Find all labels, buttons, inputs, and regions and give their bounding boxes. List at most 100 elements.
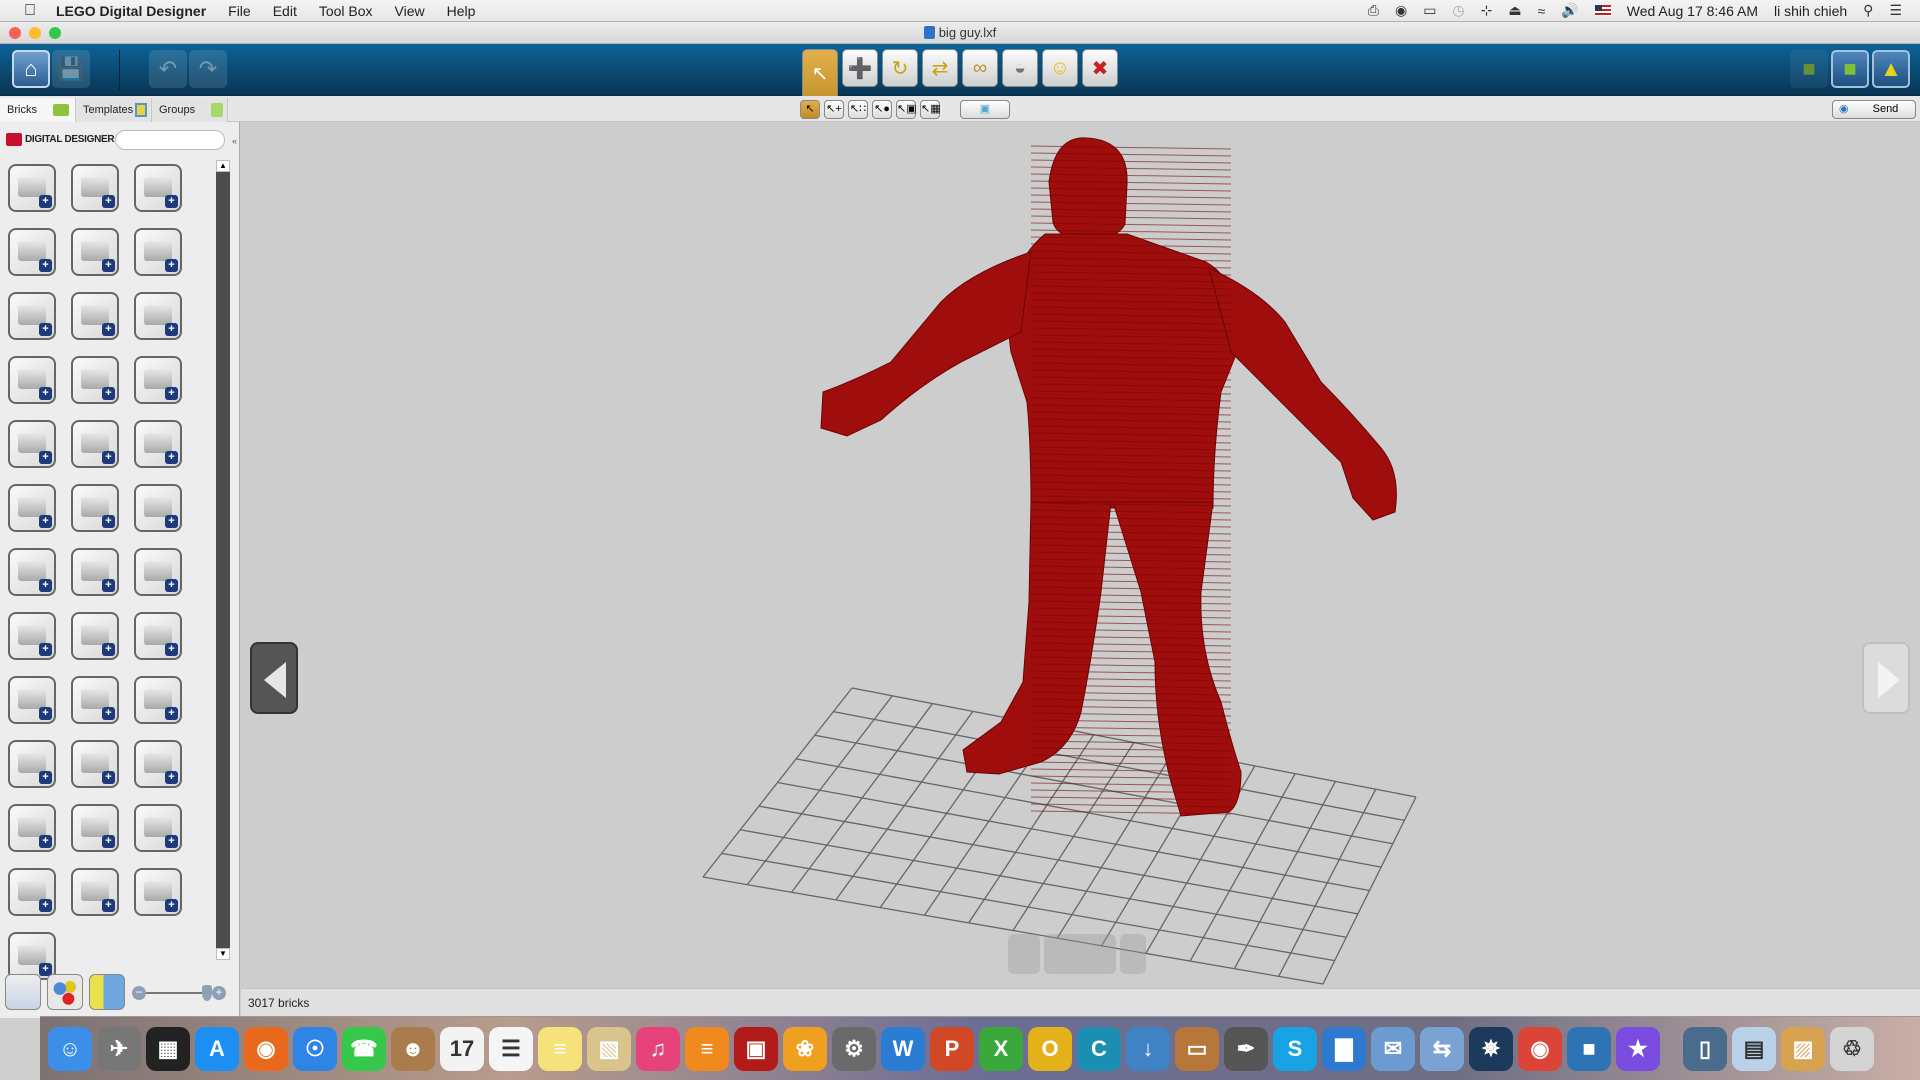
camera-tilt-icon[interactable] (1044, 934, 1116, 974)
clone-tool-button[interactable]: ➕ (842, 49, 878, 87)
scroll-down-arrow[interactable]: ▼ (216, 948, 230, 960)
building-guide-button[interactable]: ▲ (1872, 50, 1910, 88)
brick-palette-item[interactable]: + (134, 612, 182, 660)
dock-iphone-backup-icon[interactable]: ▯ (1683, 1027, 1727, 1071)
dock-photos-icon[interactable]: ❀ (783, 1027, 827, 1071)
menu-edit[interactable]: Edit (273, 3, 297, 19)
dock-documents-folder-icon[interactable]: ▤ (1732, 1027, 1776, 1071)
send-button[interactable]: ◉ Send (1832, 100, 1916, 119)
dock-downloads-stack-icon[interactable]: ▨ (1781, 1027, 1825, 1071)
scroll-up-arrow[interactable]: ▲ (216, 160, 230, 172)
dock-itunes-icon[interactable]: ♫ (636, 1027, 680, 1071)
scene-canvas[interactable] (241, 122, 1920, 988)
brick-palette-item[interactable]: + (71, 676, 119, 724)
brick-palette-item[interactable]: + (8, 484, 56, 532)
brick-palette-item[interactable]: + (134, 548, 182, 596)
next-model-arrow[interactable] (1862, 642, 1910, 714)
dock-trash-icon[interactable]: ♲ (1830, 1027, 1874, 1071)
brick-palette-item[interactable]: + (134, 676, 182, 724)
menu-toolbox[interactable]: Tool Box (319, 3, 373, 19)
zoom-out-icon[interactable]: − (132, 986, 146, 1000)
dock-finder-icon[interactable]: ☺ (48, 1027, 92, 1071)
zoom-in-icon[interactable]: + (212, 986, 226, 1000)
brick-palette-item[interactable]: + (71, 164, 119, 212)
camera-zoom-icon[interactable] (1120, 934, 1146, 974)
view-mode-button[interactable]: ■ (1831, 50, 1869, 88)
dock-imovie-icon[interactable]: ★ (1616, 1027, 1660, 1071)
volume-icon[interactable]: 🔊 (1561, 2, 1578, 19)
tab-bricks[interactable]: Bricks (0, 98, 76, 122)
save-button[interactable]: 💾 (52, 50, 90, 88)
brick-palette-item[interactable]: + (134, 868, 182, 916)
paint-tool-button[interactable]: ◒ (1002, 49, 1038, 87)
dock-ibooks-icon[interactable]: ≡ (685, 1027, 729, 1071)
dock-lego-digital-designer-icon[interactable]: ■ (1567, 1027, 1611, 1071)
brick-palette-item[interactable]: + (134, 164, 182, 212)
dock-word-icon[interactable]: W (881, 1027, 925, 1071)
color-palette-button[interactable] (47, 974, 83, 1010)
brick-palette-item[interactable]: + (8, 164, 56, 212)
single-select-button[interactable]: ↖ (800, 100, 820, 119)
connected-select-button[interactable]: ↖∷ (848, 100, 868, 119)
brick-palette-item[interactable]: + (8, 420, 56, 468)
menu-file[interactable]: File (228, 3, 251, 19)
notification-center-icon[interactable]: ☰ (1889, 2, 1902, 19)
decoration-tool-button[interactable]: ☺ (1042, 49, 1078, 87)
dock-c-app-icon[interactable]: C (1077, 1027, 1121, 1071)
home-button[interactable]: ⌂ (12, 50, 50, 88)
brick-palette-item[interactable]: + (8, 548, 56, 596)
dock-downloader-icon[interactable]: ↓ (1126, 1027, 1170, 1071)
dock-skype-icon[interactable]: S (1273, 1027, 1317, 1071)
select-tool-button[interactable]: ↖ (802, 49, 838, 96)
undo-button[interactable]: ↶ (149, 50, 187, 88)
dock-launchpad-icon[interactable]: ✈ (97, 1027, 141, 1071)
brick-palette-item[interactable]: + (71, 868, 119, 916)
dock-notes-icon[interactable]: ≡ (538, 1027, 582, 1071)
redo-button[interactable]: ↷ (189, 50, 227, 88)
build-mode-button[interactable]: ■ (1790, 50, 1828, 88)
app-menu[interactable]: LEGO Digital Designer (56, 3, 206, 19)
add-brick-palette-button[interactable] (5, 974, 41, 1010)
brick-palette-item[interactable]: + (8, 676, 56, 724)
brick-palette-item[interactable]: + (134, 228, 182, 276)
dock-contacts-icon[interactable]: ☻ (391, 1027, 435, 1071)
tab-groups[interactable]: Groups (152, 98, 228, 122)
brick-palette-item[interactable]: + (8, 292, 56, 340)
slider-thumb[interactable] (201, 985, 212, 1001)
printer-icon[interactable]: ⎙ (1368, 2, 1379, 19)
palette-scrollbar[interactable]: ▲ ▼ (216, 160, 230, 960)
brick-palette-item[interactable]: + (71, 804, 119, 852)
hinge-align-tool-button[interactable]: ⇄ (922, 49, 958, 87)
dock-app-store-icon[interactable]: A (195, 1027, 239, 1071)
brick-palette-item[interactable]: + (8, 804, 56, 852)
dock-keynote-icon[interactable]: ▭ (1175, 1027, 1219, 1071)
color-select-button[interactable]: ↖● (872, 100, 892, 119)
brick-search-input[interactable] (115, 130, 225, 150)
dock-firefox-icon[interactable]: ◉ (244, 1027, 288, 1071)
brick-palette-item[interactable]: + (8, 228, 56, 276)
close-window-button[interactable] (9, 27, 21, 39)
brick-palette-item[interactable]: + (71, 292, 119, 340)
dock-mission-control-icon[interactable]: ▦ (146, 1027, 190, 1071)
dock-safari-icon[interactable]: ☉ (293, 1027, 337, 1071)
dock-chrome-icon[interactable]: ◉ (1518, 1027, 1562, 1071)
brick-palette-item[interactable]: + (71, 484, 119, 532)
time-machine-icon[interactable]: ◷ (1452, 2, 1464, 19)
dock-system-preferences-icon[interactable]: ⚙ (832, 1027, 876, 1071)
brick-palette-item[interactable]: + (134, 484, 182, 532)
dock-battle-net-icon[interactable]: ✵ (1469, 1027, 1513, 1071)
eject-icon[interactable]: ⏏ (1508, 2, 1521, 19)
app-icon[interactable]: ◉ (1395, 2, 1407, 19)
multi-select-button[interactable]: ↖+ (824, 100, 844, 119)
dock-numbers-icon[interactable]: ▇ (1322, 1027, 1366, 1071)
bluetooth-icon[interactable]: ⊹ (1481, 2, 1493, 19)
brick-palette-item[interactable]: + (134, 740, 182, 788)
menu-view[interactable]: View (395, 3, 425, 19)
spotlight-search-icon[interactable]: ⚲ (1863, 2, 1873, 19)
apple-menu-icon[interactable]:  (20, 2, 40, 20)
clock[interactable]: Wed Aug 17 8:46 AM (1627, 3, 1758, 19)
hinge-tool-button[interactable]: ↻ (882, 49, 918, 87)
brick-palette-item[interactable]: + (134, 356, 182, 404)
airplay-icon[interactable]: ▭ (1423, 2, 1436, 19)
brick-palette-item[interactable]: + (134, 292, 182, 340)
